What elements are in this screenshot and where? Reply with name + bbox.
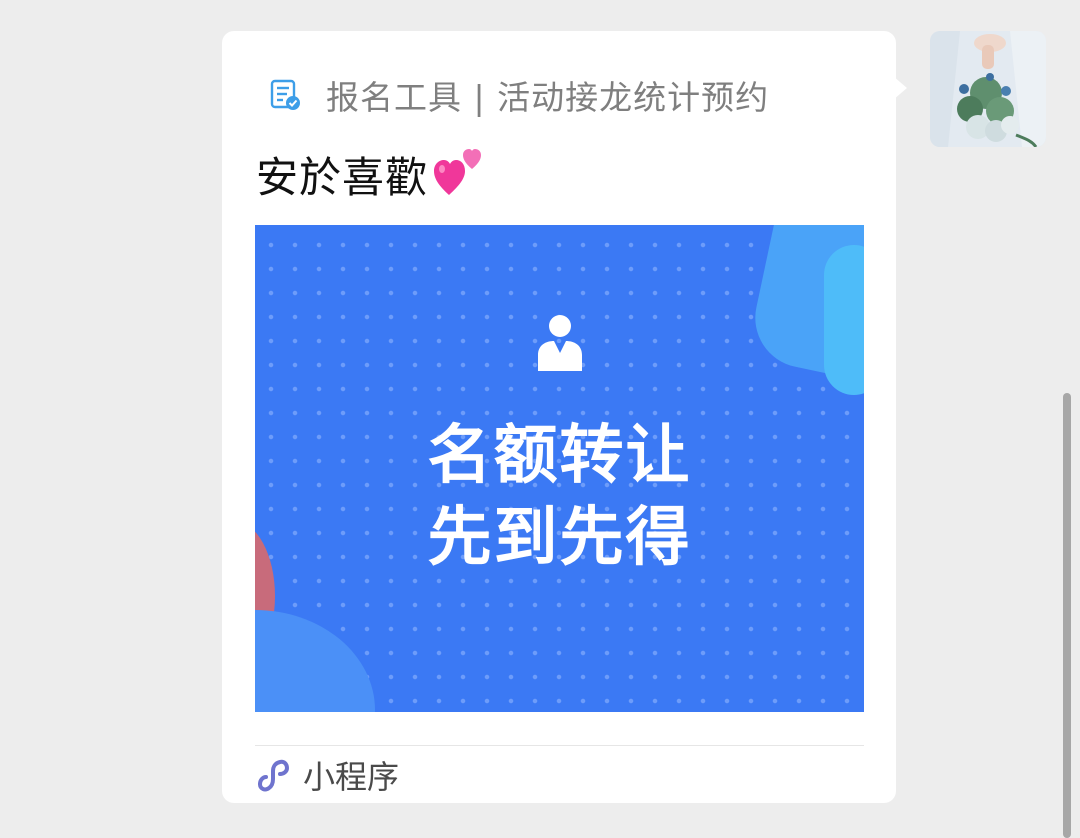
cover-image[interactable]: 名额转让 先到先得 [255, 225, 864, 712]
decorative-shape [255, 610, 375, 712]
person-icon [538, 315, 582, 371]
card-footer: 小程序 [255, 752, 399, 798]
cover-line-1: 名额转让 [427, 419, 692, 493]
avatar-image [930, 31, 1046, 147]
message-title: 安於喜歡 [256, 146, 488, 202]
source-label: 小程序 [303, 758, 400, 796]
document-check-icon [270, 79, 300, 110]
mini-program-icon [258, 759, 290, 792]
scrollbar[interactable] [1063, 393, 1071, 838]
two-hearts-emoji [434, 149, 482, 195]
cover-line-2: 先到先得 [427, 501, 692, 575]
decorative-shape [824, 245, 864, 395]
app-name: 报名工具 | 活动接龙统计预约 [326, 78, 770, 117]
cover-text: 名额转让 先到先得 [255, 415, 864, 579]
card-header: 报名工具 | 活动接龙统计预约 [268, 72, 769, 118]
bubble-tail [893, 76, 907, 100]
title-text: 安於喜歡 [256, 152, 429, 202]
divider [255, 745, 864, 746]
avatar[interactable] [930, 31, 1046, 147]
